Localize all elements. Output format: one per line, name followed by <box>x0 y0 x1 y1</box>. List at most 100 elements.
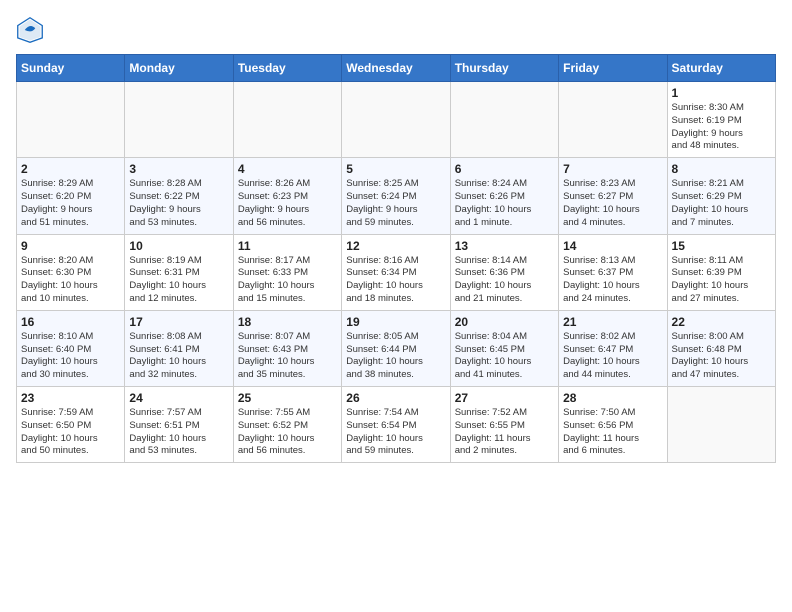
day-number: 20 <box>455 315 554 329</box>
calendar-cell: 25 Sunrise: 7:55 AMSunset: 6:52 PMDayligh… <box>233 387 341 463</box>
day-info: Sunrise: 8:19 AMSunset: 6:31 PMDaylight:… <box>129 255 228 306</box>
calendar-cell: 15Sunrise: 8:11 AMSunset: 6:39 PMDayligh… <box>667 234 775 310</box>
calendar-cell: 24 Sunrise: 7:57 AMSunset: 6:51 PMDayligh… <box>125 387 233 463</box>
day-info: Sunrise: 8:20 AMSunset: 6:30 PMDaylight:… <box>21 255 120 306</box>
day-info: Sunrise: 8:24 AMSunset: 6:26 PMDaylight:… <box>455 178 554 229</box>
day-number: 5 <box>346 162 445 176</box>
calendar-cell: 5 Sunrise: 8:25 AMSunset: 6:24 PMDaylight… <box>342 158 450 234</box>
day-info: Sunrise: 8:10 AMSunset: 6:40 PMDaylight:… <box>21 331 120 382</box>
day-number: 22 <box>672 315 771 329</box>
day-of-week-header: Friday <box>559 55 667 82</box>
day-number: 19 <box>346 315 445 329</box>
calendar-cell <box>125 82 233 158</box>
day-number: 2 <box>21 162 120 176</box>
day-of-week-header: Thursday <box>450 55 558 82</box>
day-number: 13 <box>455 239 554 253</box>
calendar-cell: 16 Sunrise: 8:10 AMSunset: 6:40 PMDayligh… <box>17 310 125 386</box>
day-number: 28 <box>563 391 662 405</box>
day-number: 12 <box>346 239 445 253</box>
page-header <box>16 16 776 44</box>
day-number: 3 <box>129 162 228 176</box>
calendar-cell <box>342 82 450 158</box>
day-info: Sunrise: 8:23 AMSunset: 6:27 PMDaylight:… <box>563 178 662 229</box>
day-number: 16 <box>21 315 120 329</box>
day-number: 15 <box>672 239 771 253</box>
day-number: 6 <box>455 162 554 176</box>
day-info: Sunrise: 8:00 AMSunset: 6:48 PMDaylight:… <box>672 331 771 382</box>
calendar-cell: 23 Sunrise: 7:59 AMSunset: 6:50 PMDayligh… <box>17 387 125 463</box>
calendar-week-row: 1 Sunrise: 8:30 AMSunset: 6:19 PMDaylight… <box>17 82 776 158</box>
calendar-cell: 27 Sunrise: 7:52 AMSunset: 6:55 PMDayligh… <box>450 387 558 463</box>
calendar-cell: 11 Sunrise: 8:17 AMSunset: 6:33 PMDayligh… <box>233 234 341 310</box>
day-number: 10 <box>129 239 228 253</box>
calendar-cell: 14 Sunrise: 8:13 AMSunset: 6:37 PMDayligh… <box>559 234 667 310</box>
day-info: Sunrise: 7:54 AMSunset: 6:54 PMDaylight:… <box>346 407 445 458</box>
calendar-cell: 20 Sunrise: 8:04 AMSunset: 6:45 PMDayligh… <box>450 310 558 386</box>
calendar-cell: 10 Sunrise: 8:19 AMSunset: 6:31 PMDayligh… <box>125 234 233 310</box>
calendar-cell: 8 Sunrise: 8:21 AMSunset: 6:29 PMDaylight… <box>667 158 775 234</box>
logo <box>16 16 48 44</box>
calendar-cell: 1 Sunrise: 8:30 AMSunset: 6:19 PMDaylight… <box>667 82 775 158</box>
day-info: Sunrise: 8:14 AMSunset: 6:36 PMDaylight:… <box>455 255 554 306</box>
day-number: 27 <box>455 391 554 405</box>
day-of-week-header: Wednesday <box>342 55 450 82</box>
day-number: 8 <box>672 162 771 176</box>
day-info: Sunrise: 7:57 AMSunset: 6:51 PMDaylight:… <box>129 407 228 458</box>
day-info: Sunrise: 8:25 AMSunset: 6:24 PMDaylight:… <box>346 178 445 229</box>
calendar-cell: 2 Sunrise: 8:29 AMSunset: 6:20 PMDaylight… <box>17 158 125 234</box>
day-info: Sunrise: 8:26 AMSunset: 6:23 PMDaylight:… <box>238 178 337 229</box>
day-number: 18 <box>238 315 337 329</box>
calendar-cell: 9 Sunrise: 8:20 AMSunset: 6:30 PMDaylight… <box>17 234 125 310</box>
day-info: Sunrise: 8:02 AMSunset: 6:47 PMDaylight:… <box>563 331 662 382</box>
day-info: Sunrise: 7:55 AMSunset: 6:52 PMDaylight:… <box>238 407 337 458</box>
calendar-cell: 17 Sunrise: 8:08 AMSunset: 6:41 PMDayligh… <box>125 310 233 386</box>
day-info: Sunrise: 8:30 AMSunset: 6:19 PMDaylight:… <box>672 102 771 153</box>
day-number: 17 <box>129 315 228 329</box>
day-number: 11 <box>238 239 337 253</box>
day-of-week-header: Monday <box>125 55 233 82</box>
calendar-week-row: 9 Sunrise: 8:20 AMSunset: 6:30 PMDaylight… <box>17 234 776 310</box>
day-info: Sunrise: 7:59 AMSunset: 6:50 PMDaylight:… <box>21 407 120 458</box>
calendar-cell: 4 Sunrise: 8:26 AMSunset: 6:23 PMDaylight… <box>233 158 341 234</box>
day-number: 25 <box>238 391 337 405</box>
calendar-cell <box>559 82 667 158</box>
calendar: SundayMondayTuesdayWednesdayThursdayFrid… <box>16 54 776 463</box>
calendar-cell: 21 Sunrise: 8:02 AMSunset: 6:47 PMDayligh… <box>559 310 667 386</box>
day-info: Sunrise: 7:52 AMSunset: 6:55 PMDaylight:… <box>455 407 554 458</box>
day-info: Sunrise: 8:05 AMSunset: 6:44 PMDaylight:… <box>346 331 445 382</box>
calendar-cell: 28Sunrise: 7:50 AMSunset: 6:56 PMDayligh… <box>559 387 667 463</box>
calendar-cell <box>667 387 775 463</box>
calendar-cell: 6 Sunrise: 8:24 AMSunset: 6:26 PMDaylight… <box>450 158 558 234</box>
day-number: 23 <box>21 391 120 405</box>
day-number: 9 <box>21 239 120 253</box>
calendar-cell <box>17 82 125 158</box>
day-info: Sunrise: 8:08 AMSunset: 6:41 PMDaylight:… <box>129 331 228 382</box>
day-number: 26 <box>346 391 445 405</box>
day-info: Sunrise: 8:29 AMSunset: 6:20 PMDaylight:… <box>21 178 120 229</box>
day-info: Sunrise: 8:17 AMSunset: 6:33 PMDaylight:… <box>238 255 337 306</box>
day-info: Sunrise: 8:28 AMSunset: 6:22 PMDaylight:… <box>129 178 228 229</box>
day-number: 1 <box>672 86 771 100</box>
day-info: Sunrise: 8:21 AMSunset: 6:29 PMDaylight:… <box>672 178 771 229</box>
calendar-cell: 18 Sunrise: 8:07 AMSunset: 6:43 PMDayligh… <box>233 310 341 386</box>
day-number: 4 <box>238 162 337 176</box>
day-info: Sunrise: 8:04 AMSunset: 6:45 PMDaylight:… <box>455 331 554 382</box>
calendar-week-row: 16 Sunrise: 8:10 AMSunset: 6:40 PMDayligh… <box>17 310 776 386</box>
calendar-cell: 7Sunrise: 8:23 AMSunset: 6:27 PMDaylight… <box>559 158 667 234</box>
calendar-cell <box>450 82 558 158</box>
calendar-cell: 26 Sunrise: 7:54 AMSunset: 6:54 PMDayligh… <box>342 387 450 463</box>
day-number: 21 <box>563 315 662 329</box>
day-of-week-header: Sunday <box>17 55 125 82</box>
calendar-week-row: 23 Sunrise: 7:59 AMSunset: 6:50 PMDayligh… <box>17 387 776 463</box>
day-number: 24 <box>129 391 228 405</box>
day-number: 14 <box>563 239 662 253</box>
day-info: Sunrise: 8:07 AMSunset: 6:43 PMDaylight:… <box>238 331 337 382</box>
day-of-week-header: Tuesday <box>233 55 341 82</box>
day-of-week-header: Saturday <box>667 55 775 82</box>
calendar-cell: 19 Sunrise: 8:05 AMSunset: 6:44 PMDayligh… <box>342 310 450 386</box>
day-info: Sunrise: 8:16 AMSunset: 6:34 PMDaylight:… <box>346 255 445 306</box>
day-info: Sunrise: 8:13 AMSunset: 6:37 PMDaylight:… <box>563 255 662 306</box>
calendar-week-row: 2 Sunrise: 8:29 AMSunset: 6:20 PMDaylight… <box>17 158 776 234</box>
calendar-cell: 22 Sunrise: 8:00 AMSunset: 6:48 PMDayligh… <box>667 310 775 386</box>
calendar-cell <box>233 82 341 158</box>
